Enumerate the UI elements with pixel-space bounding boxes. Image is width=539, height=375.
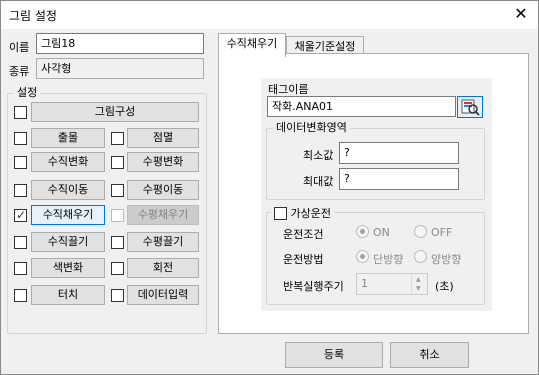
virtual-operation-header: 가상운전 bbox=[271, 205, 334, 220]
repeat-period-stepper[interactable]: 1 ▲ ▼ bbox=[356, 273, 428, 295]
option-1-button[interactable]: 출몰 bbox=[31, 128, 105, 148]
option-2-checkbox[interactable] bbox=[111, 132, 124, 145]
settings-group-title: 설정 bbox=[14, 86, 41, 100]
max-input[interactable]: ? bbox=[339, 168, 459, 190]
tag-input[interactable]: 작화.ANA01 bbox=[267, 96, 456, 117]
radio-one-way[interactable] bbox=[356, 250, 369, 263]
option-11-button[interactable]: 색변화 bbox=[31, 258, 105, 278]
name-input[interactable]: 그림18 bbox=[36, 33, 204, 54]
option-5-button[interactable]: 수직이동 bbox=[31, 180, 105, 200]
tag-label: 태그이름 bbox=[268, 83, 309, 96]
option-1-checkbox[interactable] bbox=[14, 132, 27, 145]
option-7-button[interactable]: 수직채우기 bbox=[31, 205, 105, 225]
option-9-checkbox[interactable] bbox=[14, 236, 27, 249]
option-10-checkbox[interactable] bbox=[111, 236, 124, 249]
option-8-button[interactable]: 수평채우기 bbox=[127, 205, 199, 225]
radio-two-way-label: 양방향 bbox=[431, 253, 462, 266]
repeat-period-value: 1 bbox=[361, 277, 368, 290]
radio-off[interactable] bbox=[414, 225, 427, 238]
cancel-button[interactable]: 취소 bbox=[390, 342, 469, 368]
radio-one-way-label: 단방향 bbox=[373, 253, 404, 266]
tag-browse-icon bbox=[461, 99, 480, 116]
compose-checkbox[interactable] bbox=[14, 106, 27, 119]
option-13-checkbox[interactable] bbox=[14, 289, 27, 302]
option-14-button[interactable]: 데이터입력 bbox=[127, 285, 199, 305]
type-field: 사각형 bbox=[36, 58, 204, 79]
stepper-up-icon[interactable]: ▲ bbox=[416, 276, 421, 284]
option-14-checkbox[interactable] bbox=[111, 289, 124, 302]
option-4-checkbox[interactable] bbox=[111, 156, 124, 169]
option-2-button[interactable]: 점멸 bbox=[127, 128, 199, 148]
option-6-button[interactable]: 수평이동 bbox=[127, 180, 199, 200]
radio-two-way[interactable] bbox=[414, 250, 427, 263]
settings-dialog: 그림 설정 ✕ 이름 그림18 종류 사각형 설정 그림구성 출몰 점멸 수직변화 수… bbox=[0, 0, 539, 375]
option-3-button[interactable]: 수직변화 bbox=[31, 152, 105, 172]
window-title: 그림 설정 bbox=[9, 9, 57, 23]
register-button[interactable]: 등록 bbox=[285, 342, 383, 368]
virtual-operation-label: 가상운전 bbox=[290, 207, 331, 220]
title-bar: 그림 설정 ✕ bbox=[1, 1, 538, 29]
option-12-checkbox[interactable] bbox=[111, 262, 124, 275]
stepper-down-icon[interactable]: ▼ bbox=[416, 285, 421, 293]
stepper-arrows[interactable]: ▲ ▼ bbox=[411, 274, 427, 294]
option-7-checkbox[interactable]: ✓ bbox=[14, 208, 27, 222]
option-6-checkbox[interactable] bbox=[111, 184, 124, 197]
option-4-button[interactable]: 수평변화 bbox=[127, 152, 199, 172]
max-label: 최대값 bbox=[303, 175, 334, 188]
tab-vertical-fill[interactable]: 수직채우기 bbox=[218, 33, 286, 57]
op-method-label: 운전방법 bbox=[283, 253, 324, 266]
compose-button[interactable]: 그림구성 bbox=[31, 102, 199, 122]
virtual-operation-checkbox[interactable] bbox=[274, 206, 287, 220]
type-label: 종류 bbox=[9, 65, 30, 78]
unit-label: (초) bbox=[435, 280, 454, 293]
close-icon[interactable]: ✕ bbox=[512, 5, 530, 23]
option-3-checkbox[interactable] bbox=[14, 156, 27, 169]
op-condition-label: 운전조건 bbox=[283, 228, 324, 241]
min-input[interactable]: ? bbox=[339, 142, 459, 164]
checkmark-icon: ✓ bbox=[16, 208, 27, 222]
radio-off-label: OFF bbox=[431, 226, 453, 239]
option-11-checkbox[interactable] bbox=[14, 262, 27, 275]
option-8-checkbox[interactable] bbox=[111, 209, 124, 222]
option-5-checkbox[interactable] bbox=[14, 184, 27, 197]
radio-on-label: ON bbox=[373, 226, 390, 239]
option-9-button[interactable]: 수직끌기 bbox=[31, 232, 105, 252]
tag-browse-button[interactable] bbox=[457, 96, 483, 118]
data-range-group-title: 데이터변화영역 bbox=[273, 121, 350, 135]
min-label: 최소값 bbox=[303, 149, 334, 162]
name-label: 이름 bbox=[9, 41, 30, 54]
option-13-button[interactable]: 터치 bbox=[31, 285, 105, 305]
option-12-button[interactable]: 회전 bbox=[127, 258, 199, 278]
option-10-button[interactable]: 수평끌기 bbox=[127, 232, 199, 252]
radio-on[interactable] bbox=[356, 225, 369, 238]
repeat-period-label: 반복실행주기 bbox=[283, 280, 344, 293]
